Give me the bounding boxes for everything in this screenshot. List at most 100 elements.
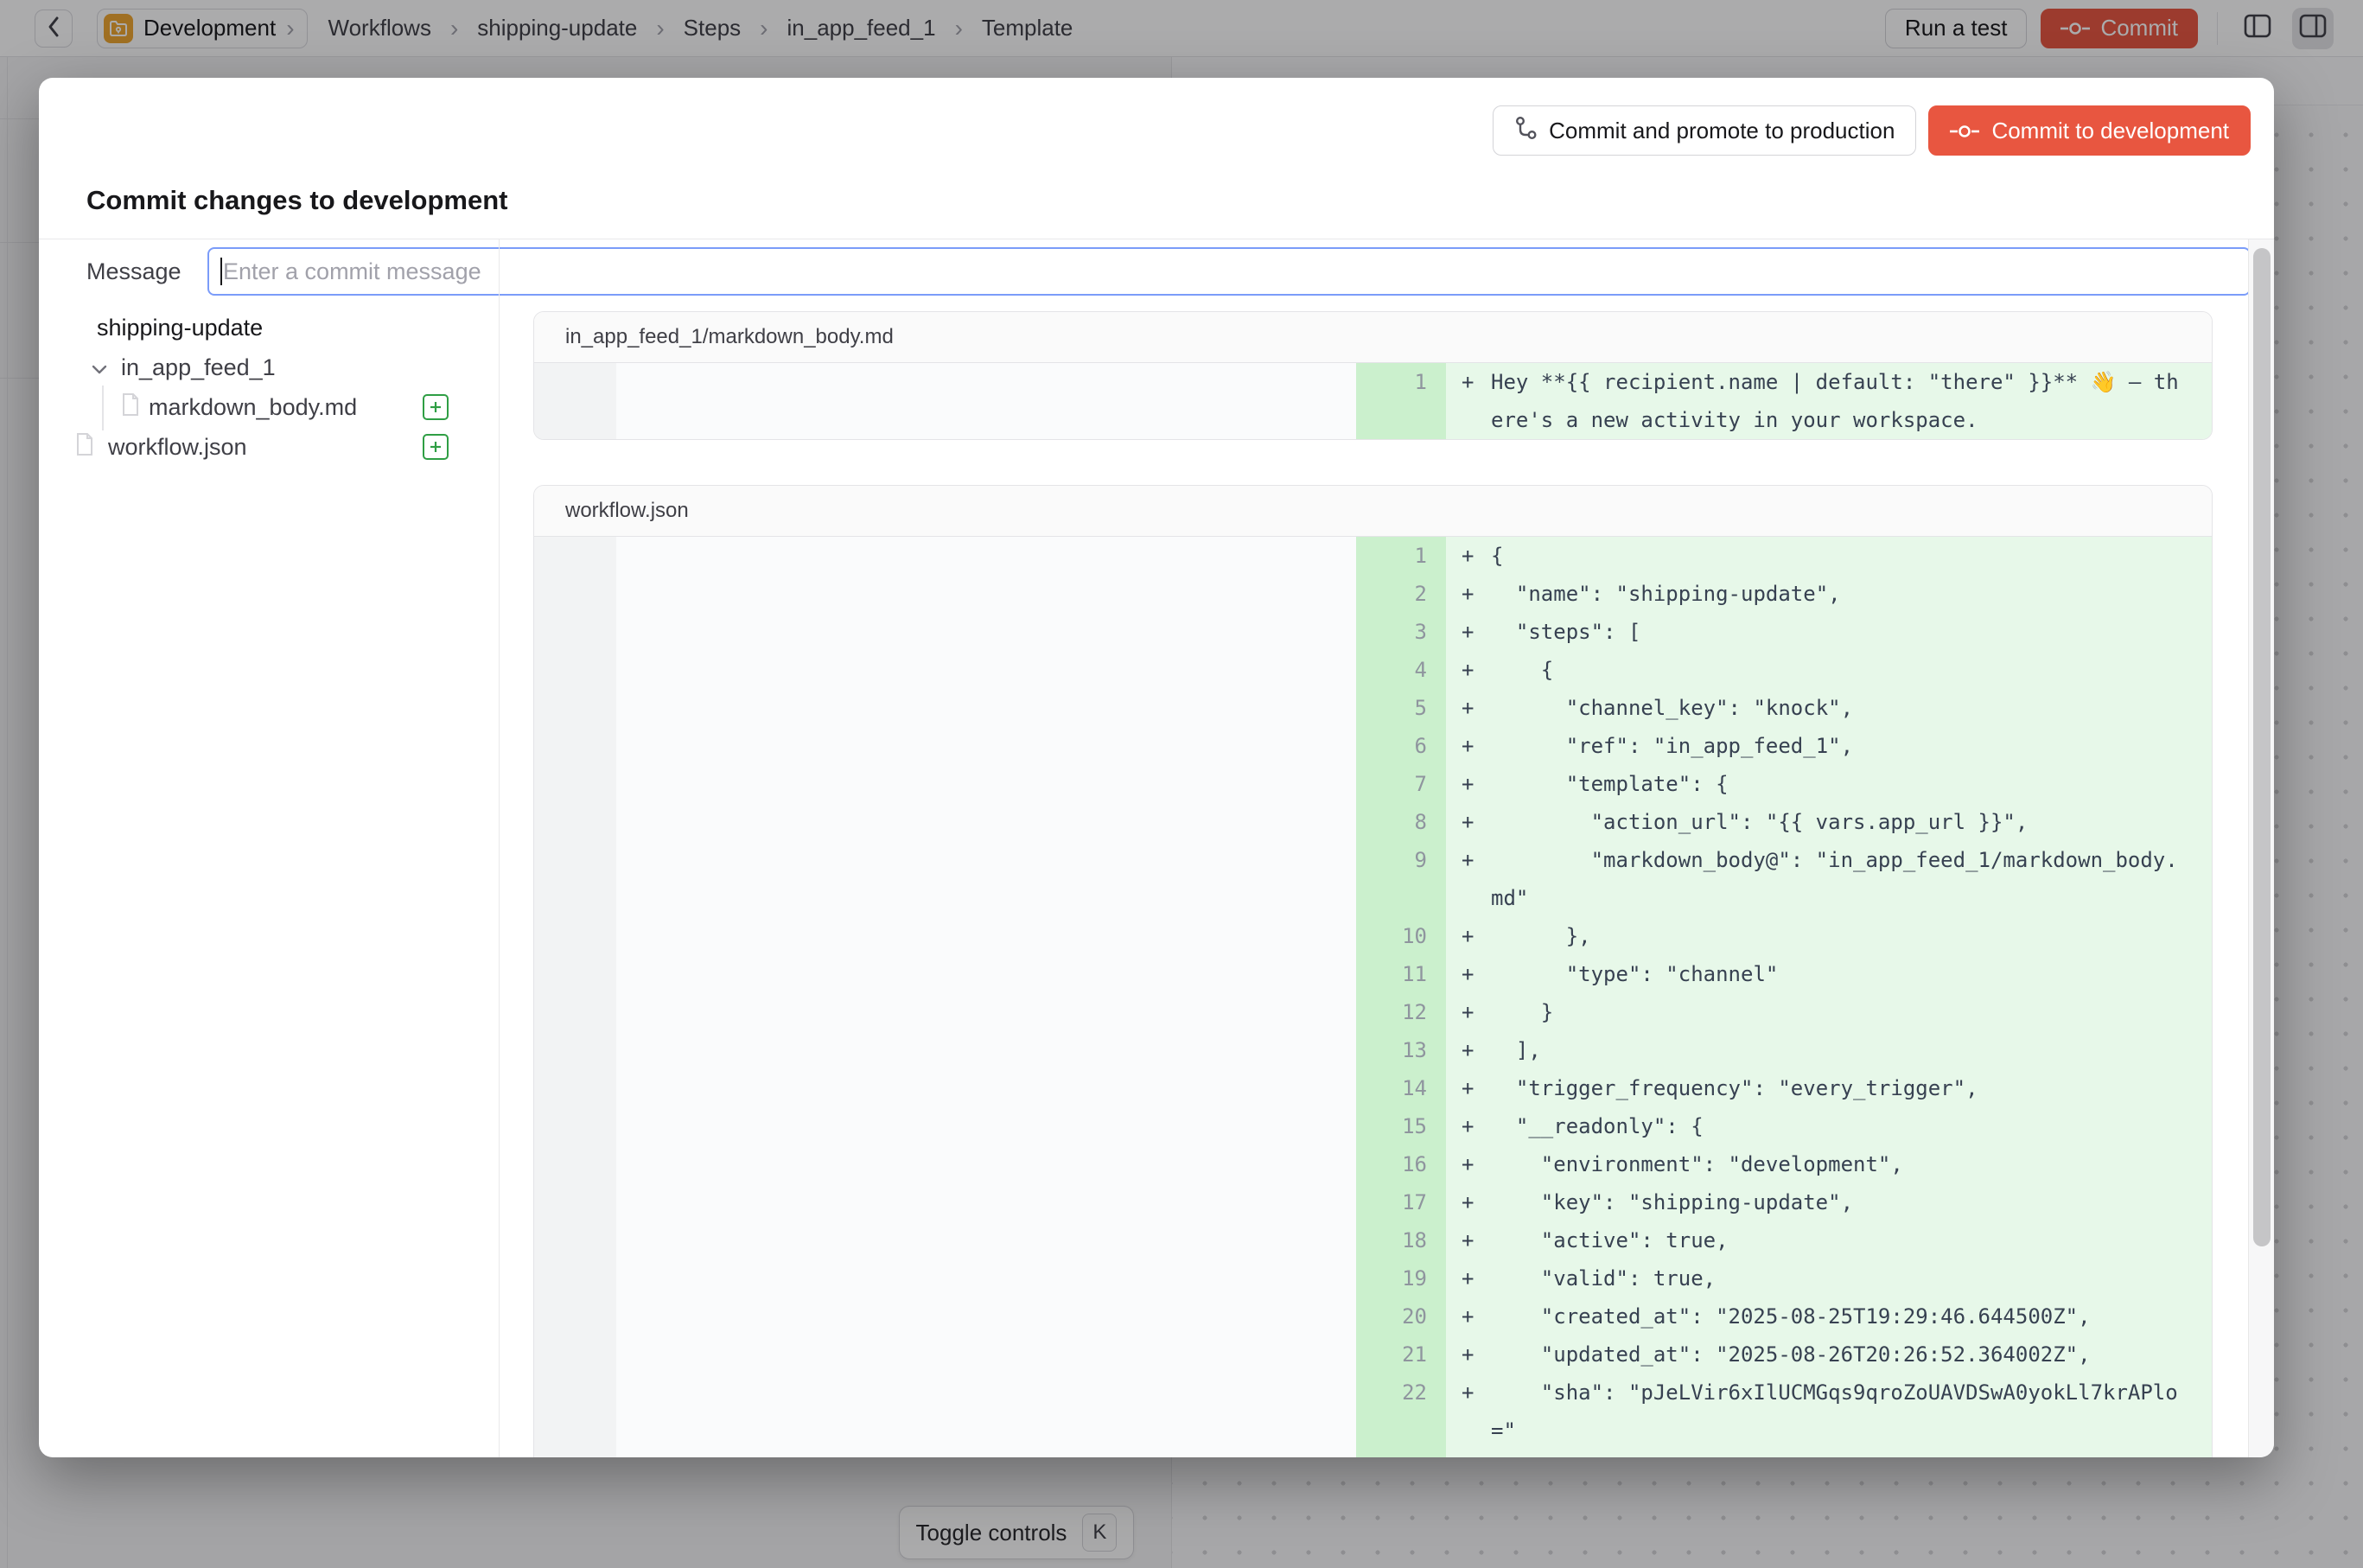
- diff-add-sign: +: [1462, 803, 1491, 841]
- diff-row: 11+ "type": "channel": [534, 955, 2212, 993]
- diff-line-number: 18: [1356, 1221, 1446, 1259]
- diff-add-sign: +: [1462, 575, 1491, 613]
- file-tree: shipping-update in_app_feed_1 markdown_b…: [39, 308, 499, 467]
- modal-scrollbar-thumb[interactable]: [2253, 248, 2271, 1246]
- diff-old-gutter: [534, 1031, 616, 1069]
- diff-add-sign: +: [1462, 1069, 1491, 1107]
- diff-add-sign: +: [1462, 1450, 1491, 1457]
- diff-code-text: }: [1491, 993, 2187, 1031]
- diff-old-content: [616, 841, 1356, 917]
- diff-line-number: 16: [1356, 1145, 1446, 1183]
- diff-old-content: [616, 1259, 1356, 1297]
- diff-new-content: + "action_url": "{{ vars.app_url }}",: [1446, 803, 2212, 841]
- diff-row: 16+ "environment": "development",: [534, 1145, 2212, 1183]
- tree-item-step-folder[interactable]: in_app_feed_1: [39, 347, 499, 387]
- diff-row: 23+ }: [534, 1450, 2212, 1457]
- diff-line-number: 11: [1356, 955, 1446, 993]
- diff-new-content: + "valid": true,: [1446, 1259, 2212, 1297]
- diff-line-number: 19: [1356, 1259, 1446, 1297]
- diff-old-content: [616, 1107, 1356, 1145]
- diff-add-sign: +: [1462, 1259, 1491, 1297]
- diff-old-content: [616, 1297, 1356, 1335]
- diff-add-sign: +: [1462, 1107, 1491, 1145]
- diff-code-text: "action_url": "{{ vars.app_url }}",: [1491, 803, 2187, 841]
- diff-code-text: "__readonly": {: [1491, 1107, 2187, 1145]
- diff-old-content: [616, 1221, 1356, 1259]
- diff-row: 14+ "trigger_frequency": "every_trigger"…: [534, 1069, 2212, 1107]
- diff-old-gutter: [534, 1450, 616, 1457]
- tree-item-workflow-json[interactable]: workflow.json: [39, 427, 499, 467]
- diff-old-gutter: [534, 917, 616, 955]
- diff-new-content: + "steps": [: [1446, 613, 2212, 651]
- diff-add-sign: +: [1462, 613, 1491, 651]
- diff-new-content: + "channel_key": "knock",: [1446, 689, 2212, 727]
- commit-to-development-button[interactable]: Commit to development: [1928, 105, 2251, 156]
- diff-line-number: 4: [1356, 651, 1446, 689]
- diff-add-sign: +: [1462, 1374, 1491, 1412]
- diff-row: 3+ "steps": [: [534, 613, 2212, 651]
- diff-line-number: 5: [1356, 689, 1446, 727]
- diff-old-content: [616, 917, 1356, 955]
- diff-filename: workflow.json: [534, 486, 2212, 537]
- diff-row: 5+ "channel_key": "knock",: [534, 689, 2212, 727]
- diff-row: 19+ "valid": true,: [534, 1259, 2212, 1297]
- diff-new-content: + "markdown_body@": "in_app_feed_1/markd…: [1446, 841, 2212, 917]
- diff-row: 21+ "updated_at": "2025-08-26T20:26:52.3…: [534, 1335, 2212, 1374]
- diff-new-content: + "type": "channel": [1446, 955, 2212, 993]
- diff-new-content: + "updated_at": "2025-08-26T20:26:52.364…: [1446, 1335, 2212, 1374]
- diff-code-text: "markdown_body@": "in_app_feed_1/markdow…: [1491, 841, 2187, 917]
- tree-item-markdown-file[interactable]: markdown_body.md: [39, 387, 499, 427]
- diff-line-number: 9: [1356, 841, 1446, 917]
- diff-old-content: [616, 803, 1356, 841]
- diff-rows: 1+{2+ "name": "shipping-update",3+ "step…: [534, 537, 2212, 1457]
- diff-code-text: ],: [1491, 1031, 2187, 1069]
- diff-old-content: [616, 575, 1356, 613]
- diff-code-text: "created_at": "2025-08-25T19:29:46.64450…: [1491, 1297, 2187, 1335]
- diff-line-number: 13: [1356, 1031, 1446, 1069]
- commit-promote-button[interactable]: Commit and promote to production: [1493, 105, 1916, 156]
- diff-old-content: [616, 727, 1356, 765]
- diff-line-number: 1: [1356, 537, 1446, 575]
- diff-code-text: "updated_at": "2025-08-26T20:26:52.36400…: [1491, 1335, 2187, 1374]
- diff-line-number: 21: [1356, 1335, 1446, 1374]
- diff-code-text: "key": "shipping-update",: [1491, 1183, 2187, 1221]
- modal-scrollbar-track: [2248, 239, 2274, 1457]
- diff-old-content: [616, 1374, 1356, 1450]
- diff-old-content: [616, 1031, 1356, 1069]
- diff-filename: in_app_feed_1/markdown_body.md: [534, 312, 2212, 363]
- diff-code-text: }: [1491, 1450, 2187, 1457]
- diff-new-content: + "name": "shipping-update",: [1446, 575, 2212, 613]
- diff-old-gutter: [534, 1107, 616, 1145]
- diff-code-text: "type": "channel": [1491, 955, 2187, 993]
- tree-item-workflow-root[interactable]: shipping-update: [39, 308, 499, 347]
- diff-new-content: + ],: [1446, 1031, 2212, 1069]
- diff-add-sign: +: [1462, 727, 1491, 765]
- diff-code-text: {: [1491, 651, 2187, 689]
- modal-header: Commit changes to development Commit and…: [39, 78, 2274, 239]
- diff-old-content: [616, 1069, 1356, 1107]
- diff-line-number: 6: [1356, 727, 1446, 765]
- diff-old-gutter: [534, 363, 616, 439]
- diff-new-content: + "sha": "pJeLVir6xIlUCMGqs9qroZoUAVDSwA…: [1446, 1374, 2212, 1450]
- diff-row: 18+ "active": true,: [534, 1221, 2212, 1259]
- diff-add-sign: +: [1462, 1183, 1491, 1221]
- diff-row: 12+ }: [534, 993, 2212, 1031]
- diff-new-content: + "template": {: [1446, 765, 2212, 803]
- diff-old-content: [616, 363, 1356, 439]
- diff-add-sign: +: [1462, 1297, 1491, 1335]
- diff-row: 6 + "ref": "in_app_feed_1",: [534, 727, 2212, 765]
- diff-new-content: + }: [1446, 993, 2212, 1031]
- diff-old-content: [616, 765, 1356, 803]
- diff-old-gutter: [534, 1145, 616, 1183]
- diff-add-sign: +: [1462, 841, 1491, 879]
- diff-add-sign: +: [1462, 689, 1491, 727]
- diff-old-gutter: [534, 1069, 616, 1107]
- diff-old-content: [616, 689, 1356, 727]
- diff-old-gutter: [534, 1221, 616, 1259]
- diff-code-text: "ref": "in_app_feed_1",: [1491, 727, 2187, 765]
- diff-row: 13+ ],: [534, 1031, 2212, 1069]
- commit-modal: Commit changes to development Commit and…: [39, 78, 2274, 1457]
- diff-old-content: [616, 993, 1356, 1031]
- diff-row: 17+ "key": "shipping-update",: [534, 1183, 2212, 1221]
- diff-old-gutter: [534, 955, 616, 993]
